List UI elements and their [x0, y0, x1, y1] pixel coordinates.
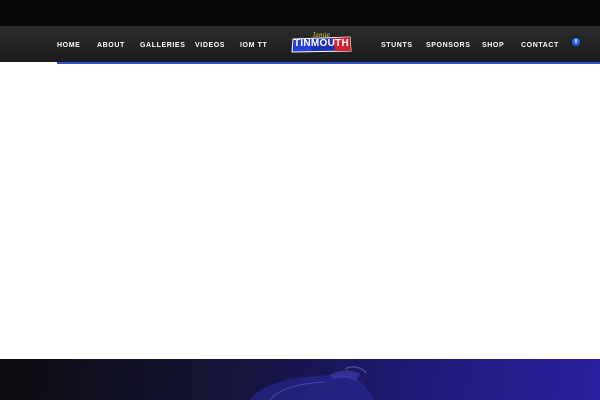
nav-videos[interactable]: VIDEOS — [195, 26, 225, 62]
main-content-area — [0, 64, 600, 359]
top-strip — [0, 0, 600, 26]
nav-galleries[interactable]: GALLERIES — [140, 26, 185, 62]
logo-wordmark: TINMOUTH — [293, 38, 350, 49]
cart-badge-icon[interactable]: 0 — [572, 38, 580, 46]
nav-iom-tt[interactable]: IOM TT — [240, 26, 267, 62]
nav-sponsors[interactable]: SPONSORS — [426, 26, 470, 62]
nav-stunts[interactable]: STUNTS — [381, 26, 413, 62]
hero-motorcycle-graphic — [250, 366, 374, 400]
nav-home[interactable]: HOME — [57, 26, 80, 62]
nav-shop[interactable]: SHOP — [482, 26, 504, 62]
hero-banner — [0, 359, 600, 400]
nav-contact[interactable]: CONTACT — [521, 26, 559, 62]
nav-about[interactable]: ABOUT — [97, 26, 125, 62]
